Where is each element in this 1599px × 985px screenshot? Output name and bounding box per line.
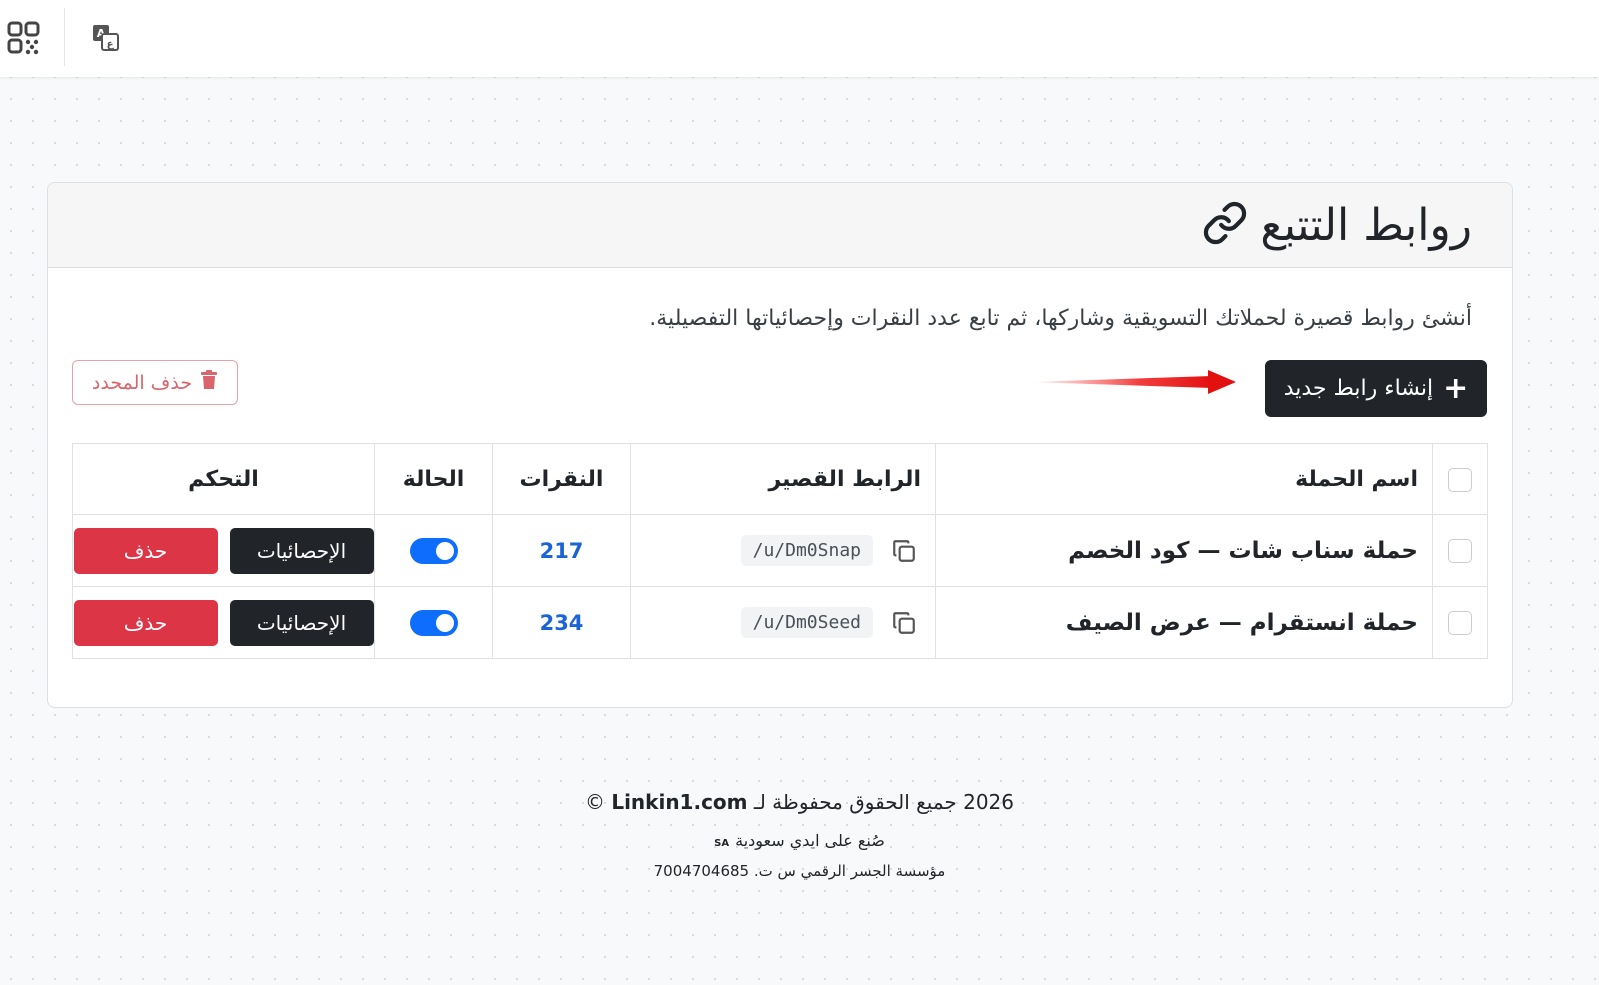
stats-button[interactable]: الإحصائيات	[229, 527, 374, 574]
footer-site-link[interactable]: Linkin1.com	[611, 790, 747, 814]
header-status: الحالة	[374, 443, 493, 515]
campaign-name: حملة سناب شات — كود الخصم	[935, 514, 1433, 587]
delete-button[interactable]: حذف	[73, 599, 218, 646]
header-name: اسم الحملة	[935, 443, 1433, 515]
trash-icon	[200, 370, 218, 395]
campaign-name: حملة انستقرام — عرض الصيف	[935, 586, 1433, 659]
clicks-count: 217	[539, 538, 584, 563]
short-link-cell: /u/Dm0Snap	[630, 514, 936, 587]
plus-icon: +	[1443, 370, 1469, 406]
links-table: اسم الحملة الرابط القصير النقرات الحالة …	[72, 443, 1488, 659]
table-row: حملة انستقرام — عرض الصيف /u/Dm0Seed 234…	[72, 586, 1488, 659]
topbar-divider	[64, 8, 65, 66]
control-cell: الإحصائيات حذف	[72, 586, 375, 659]
svg-text:ع: ع	[107, 39, 115, 50]
delete-selected-label: حذف المحدد	[91, 371, 193, 394]
select-all-checkbox[interactable]	[1448, 467, 1472, 492]
table-header-row: اسم الحملة الرابط القصير النقرات الحالة …	[72, 443, 1488, 515]
status-cell	[374, 586, 493, 659]
footer-made-in: صُنع على ايدي سعودية SA	[0, 831, 1599, 850]
card-header: روابط التتبع	[48, 183, 1512, 268]
status-toggle[interactable]	[409, 609, 458, 636]
status-cell	[374, 514, 493, 587]
table-row: حملة سناب شات — كود الخصم /u/Dm0Snap 217…	[72, 514, 1488, 587]
footer-copyright: 2026 جميع الحقوق محفوظة لـ Linkin1.com ©	[0, 790, 1599, 814]
row-checkbox[interactable]	[1448, 538, 1472, 563]
link-icon	[1202, 200, 1248, 250]
row-checkbox[interactable]	[1448, 610, 1472, 635]
row-select-cell	[1432, 586, 1488, 659]
header-control: التحكم	[72, 443, 375, 515]
tracking-links-card: روابط التتبع أنشئ روابط قصيرة لحملاتك ال…	[47, 182, 1513, 708]
clicks-count: 234	[539, 610, 584, 635]
short-link[interactable]: /u/Dm0Seed	[740, 607, 873, 638]
copy-icon[interactable]	[891, 610, 917, 636]
sa-badge: SA	[714, 838, 730, 849]
page-description: أنشئ روابط قصيرة لحملاتك التسويقية وشارك…	[649, 306, 1472, 331]
apps-grid-icon[interactable]	[6, 20, 42, 56]
create-link-button[interactable]: + إنشاء رابط جديد	[1265, 360, 1487, 417]
page-title-text: روابط التتبع	[1260, 199, 1472, 251]
top-navbar: A ع	[0, 0, 1599, 77]
translate-icon[interactable]: A ع	[88, 20, 124, 56]
row-select-cell	[1432, 514, 1488, 587]
page-title: روابط التتبع	[1202, 195, 1472, 255]
control-cell: الإحصائيات حذف	[72, 514, 375, 587]
delete-button[interactable]: حذف	[73, 527, 218, 574]
header-clicks: النقرات	[492, 443, 631, 515]
footer-copyright-symbol: ©	[584, 790, 605, 814]
copy-icon[interactable]	[891, 538, 917, 564]
status-toggle[interactable]	[409, 537, 458, 564]
stats-button[interactable]: الإحصائيات	[229, 599, 374, 646]
footer-made-in-text: صُنع على ايدي سعودية	[735, 831, 885, 850]
short-link[interactable]: /u/Dm0Snap	[740, 535, 873, 566]
short-link-cell: /u/Dm0Seed	[630, 586, 936, 659]
red-arrow-icon	[1030, 370, 1236, 394]
clicks-cell: 217	[492, 514, 631, 587]
footer-year-text: 2026 جميع الحقوق محفوظة لـ	[753, 790, 1015, 814]
create-link-label: إنشاء رابط جديد	[1283, 376, 1434, 401]
clicks-cell: 234	[492, 586, 631, 659]
header-select-all	[1432, 443, 1488, 515]
delete-selected-button[interactable]: حذف المحدد	[72, 360, 238, 405]
footer-company: مؤسسة الجسر الرقمي س ت. 7004704685	[653, 862, 946, 880]
header-short-link: الرابط القصير	[630, 443, 936, 515]
